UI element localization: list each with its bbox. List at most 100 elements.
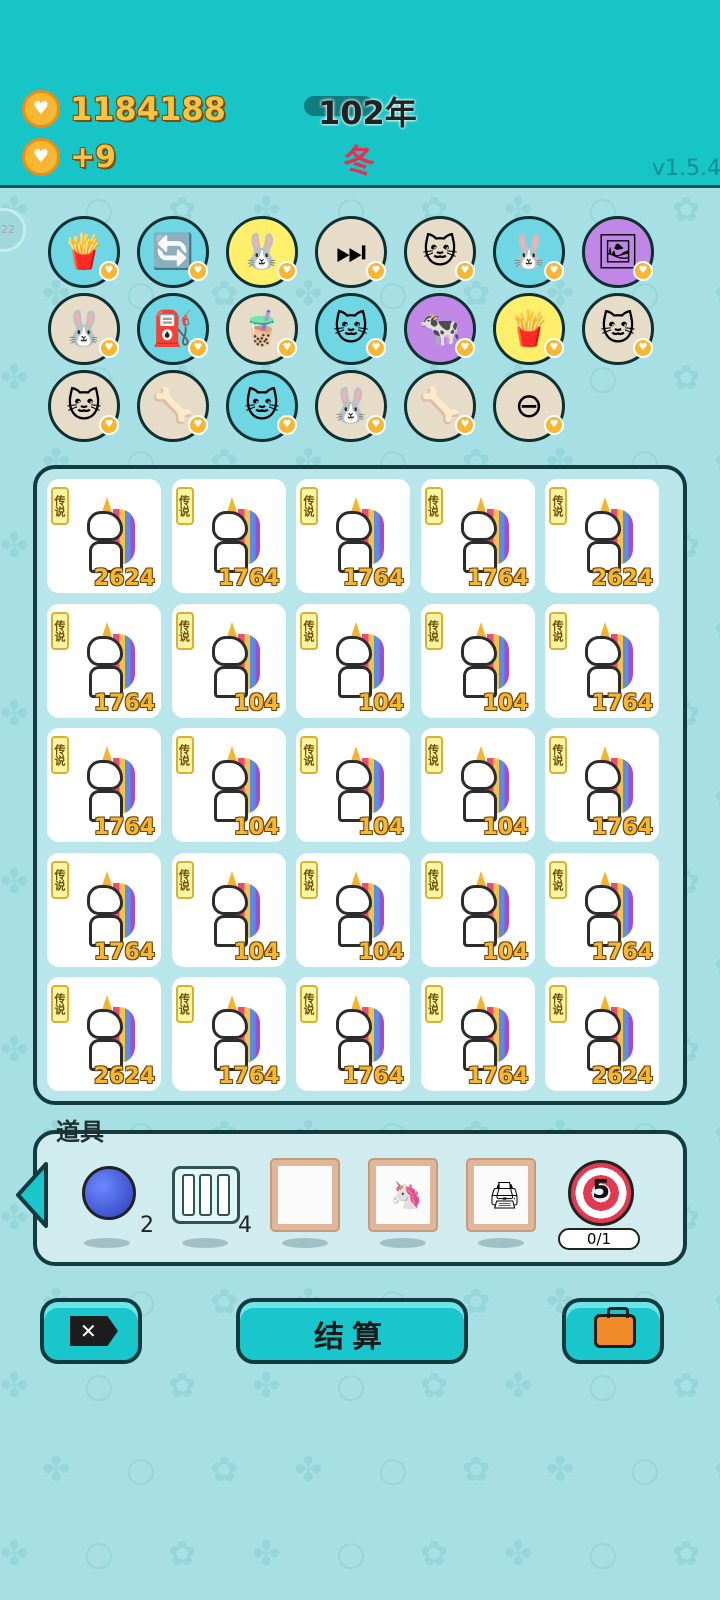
upgrade-time-poster-icon[interactable]: 🖼 ♥: [582, 216, 654, 288]
pattern-glyph: ✤: [42, 1450, 71, 1490]
fries-icon: 🍟: [507, 309, 551, 349]
unicorn-card[interactable]: 传说 1764: [420, 977, 535, 1091]
blueberry-count: 2: [140, 1213, 154, 1238]
unicorn-card[interactable]: 传说 2624: [47, 479, 161, 593]
pattern-glyph: ○: [588, 1534, 618, 1574]
upgrade-dog-bowl-icon[interactable]: 🦴 ♥: [404, 370, 476, 442]
settle-button[interactable]: 结算: [236, 1298, 468, 1364]
unicorn-card[interactable]: 传说 104: [420, 603, 535, 718]
unicorn-icon: [202, 621, 264, 700]
legend-tag: 传说: [300, 860, 318, 899]
unicorn-card[interactable]: 传说 1764: [171, 977, 286, 1091]
upgrade-cats-icon[interactable]: 🐱 ♥: [404, 216, 476, 288]
upgrade-cat-icon[interactable]: 🐱 ♥: [226, 370, 298, 442]
unicorn-card[interactable]: 传说 1764: [545, 603, 659, 718]
heart-badge-icon: ♥: [455, 338, 475, 358]
heart-badge-icon: ♥: [277, 261, 297, 281]
unicorn-card[interactable]: 传说 104: [171, 852, 286, 967]
cats-icon: 🐱: [422, 232, 458, 272]
blueberry-item[interactable]: 2: [72, 1160, 154, 1248]
bag-button[interactable]: [562, 1298, 664, 1364]
upgrade-milk-tea-icon[interactable]: 🧋 ♥: [226, 293, 298, 365]
unicorn-card[interactable]: 传说 2624: [545, 977, 659, 1091]
card-value: 1764: [591, 690, 653, 716]
unicorn-frame-item[interactable]: 🦄: [368, 1160, 438, 1248]
scroll-left-button[interactable]: [12, 1160, 52, 1230]
unicorn-card[interactable]: 传说 2624: [545, 479, 659, 593]
empty-frame-item[interactable]: [270, 1160, 340, 1248]
upgrade-refresh-icon[interactable]: 🔄 ♥: [137, 216, 209, 288]
money-value: 1184188: [70, 90, 226, 128]
upgrade-pump-icon[interactable]: ⛽ ♥: [137, 293, 209, 365]
unicorn-icon: [451, 497, 513, 575]
unicorn-card[interactable]: 传说 104: [296, 728, 410, 842]
legend-tag: 传说: [300, 736, 318, 774]
unicorn-card[interactable]: 传说 1764: [171, 479, 286, 593]
unicorn-card[interactable]: 传说 104: [171, 603, 286, 718]
pattern-glyph: ✿: [210, 1282, 239, 1322]
pattern-glyph: ✿: [168, 1366, 197, 1406]
printer-frame-item[interactable]: 🖨: [466, 1160, 536, 1248]
upgrade-cats-icon[interactable]: 🐱 ♥: [582, 293, 654, 365]
upgrade-remove-icon[interactable]: ⊖ ♥: [493, 370, 565, 442]
upgrade-fries-icon[interactable]: 🍟 ♥: [48, 216, 120, 288]
pump-icon: ⛽: [151, 309, 195, 349]
fries-icon: 🍟: [62, 232, 106, 272]
season-label: 冬: [343, 142, 376, 180]
card-value: 1764: [342, 1064, 404, 1089]
upgrade-rabbit-icon[interactable]: 🐰 ♥: [226, 216, 298, 288]
pattern-glyph: ✤: [0, 694, 29, 734]
unicorn-card[interactable]: 传说 1764: [296, 977, 410, 1091]
unicorn-card[interactable]: 传说 104: [296, 603, 410, 718]
exit-button[interactable]: ✕: [40, 1298, 142, 1364]
card-value: 1764: [591, 815, 653, 840]
unicorn-card[interactable]: 传说 104: [420, 728, 535, 842]
upgrade-fries-icon[interactable]: 🍟 ♥: [493, 293, 565, 365]
upgrade-skip-icon[interactable]: ⏭ ♥: [315, 216, 387, 288]
unicorn-board: 传说 2624 传说 1764 传说 1764 传说 1764 传说 2624 传说 1764 传说 10…: [33, 465, 687, 1105]
card-value: 1764: [93, 690, 155, 716]
unicorn-card[interactable]: 传说 1764: [47, 728, 161, 842]
upgrade-rabbit-icon[interactable]: 🐰 ♥: [315, 370, 387, 442]
rabbit-icon: 🐰: [507, 232, 551, 272]
bars-icon: [172, 1166, 240, 1224]
legend-tag: 传说: [424, 985, 443, 1023]
unicorn-card[interactable]: 传说 104: [296, 852, 410, 967]
unicorn-card[interactable]: 传说 104: [420, 852, 535, 967]
legend-tag: 传说: [51, 736, 69, 774]
pattern-glyph: ✤: [0, 1534, 29, 1574]
unicorn-icon: [77, 995, 139, 1073]
unicorn-card[interactable]: 传说 1764: [420, 479, 535, 593]
unicorn-card[interactable]: 传说 104: [171, 728, 286, 842]
unicorn-icon: [202, 497, 264, 575]
heart-badge-icon: ♥: [544, 261, 564, 281]
card-value: 104: [482, 815, 529, 840]
upgrade-husky-icon[interactable]: 🐱 ♥: [315, 293, 387, 365]
legend-tag: 传说: [549, 985, 567, 1023]
pattern-glyph: ✤: [504, 1366, 533, 1406]
pattern-glyph: ✿: [420, 1534, 449, 1574]
upgrade-cats-icon[interactable]: 🐱 ♥: [48, 370, 120, 442]
unicorn-card[interactable]: 传说 1764: [545, 852, 659, 967]
unicorn-card[interactable]: 传说 1764: [545, 728, 659, 842]
skip-icon: ⏭: [335, 232, 367, 272]
unicorn-card[interactable]: 传说 1764: [47, 603, 161, 718]
upgrade-rabbit-icon[interactable]: 🐰 ♥: [493, 216, 565, 288]
income-coin-icon: [22, 138, 60, 176]
pattern-glyph: ○: [336, 1366, 366, 1406]
unicorn-card[interactable]: 传说 1764: [296, 479, 410, 593]
upgrade-rabbit-icon[interactable]: 🐰 ♥: [48, 293, 120, 365]
unicorn-card[interactable]: 传说 1764: [47, 852, 161, 967]
card-value: 1764: [93, 815, 155, 840]
upgrade-cows-icon[interactable]: 🐄 ♥: [404, 293, 476, 365]
heart-badge-icon: ♥: [188, 415, 208, 435]
upgrade-dog-bowl-icon[interactable]: 🦴 ♥: [137, 370, 209, 442]
unicorn-icon: [326, 746, 388, 824]
unicorn-card[interactable]: 传说 2624: [47, 977, 161, 1091]
bars-item[interactable]: 4: [170, 1160, 252, 1248]
legend-tag: 传说: [175, 860, 194, 899]
legend-tag: 传说: [424, 860, 443, 899]
card-value: 104: [482, 939, 529, 965]
legend-tag: 传说: [549, 860, 567, 899]
pattern-glyph: ✿: [714, 946, 720, 986]
